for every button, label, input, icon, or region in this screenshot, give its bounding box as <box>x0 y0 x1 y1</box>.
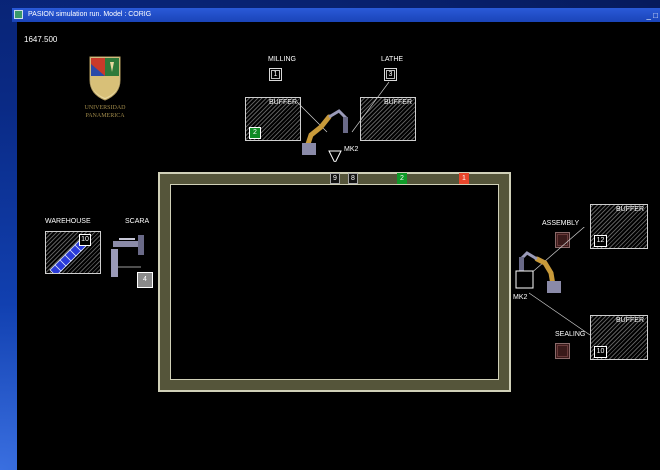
buffer-count: 10 <box>594 346 607 358</box>
pallet-1[interactable]: 1 <box>459 173 469 184</box>
buffer-title: BUFFER <box>616 206 644 213</box>
sealing-station[interactable] <box>555 343 570 359</box>
window-controls[interactable]: _ □ <box>646 9 658 23</box>
warehouse-label: WAREHOUSE <box>45 218 91 225</box>
window-title: PASION simulation run. Model : CORIG <box>28 11 152 18</box>
buffer-title: BUFFER <box>269 99 297 106</box>
milling-label: MILLING <box>268 56 297 63</box>
conveyor-loop <box>158 172 511 392</box>
storage-bins-icon <box>49 238 88 273</box>
pallet-9[interactable]: 9 <box>330 173 340 184</box>
buffer-right-top[interactable]: BUFFER 12 <box>590 204 648 249</box>
buffer-count: 2 <box>249 127 261 139</box>
app-icon <box>14 10 23 19</box>
mk2-top-label: MK2 <box>344 146 359 153</box>
logo-line2: PANAMERICA <box>85 113 125 119</box>
pallet-8[interactable]: 8 <box>348 173 358 184</box>
simulation-canvas: 1647.500 UNIVERSIDAD PANAMERICA MILLING … <box>17 22 660 470</box>
mk2-right-label: MK2 <box>513 294 528 301</box>
scara-count: 4 <box>137 272 153 288</box>
robot-arm-right-icon <box>515 227 591 336</box>
warehouse-count: 10 <box>79 234 91 246</box>
window-titlebar: PASION simulation run. Model : CORIG _ □ <box>12 8 660 22</box>
sim-time: 1647.500 <box>24 35 58 44</box>
screen: PASION simulation run. Model : CORIG _ □… <box>0 0 660 470</box>
shield-icon <box>89 56 121 101</box>
logo-line1: UNIVERSIDAD <box>84 105 126 111</box>
buffer-count: 12 <box>594 235 607 247</box>
buffer-title: BUFFER <box>616 317 644 324</box>
pallet-2[interactable]: 2 <box>397 173 407 184</box>
milling-station[interactable]: 1 <box>269 68 282 81</box>
conveyor-interior <box>170 184 499 380</box>
buffer-right-bottom[interactable]: BUFFER 10 <box>590 315 648 360</box>
university-logo: UNIVERSIDAD PANAMERICA <box>77 54 167 124</box>
buffer-top-left[interactable]: BUFFER 2 <box>245 97 301 141</box>
lathe-label: LATHE <box>381 56 404 63</box>
warehouse-rack[interactable]: 10 <box>45 231 101 274</box>
assembly-label: ASSEMBLY <box>542 220 580 227</box>
scara-label: SCARA <box>125 218 150 225</box>
